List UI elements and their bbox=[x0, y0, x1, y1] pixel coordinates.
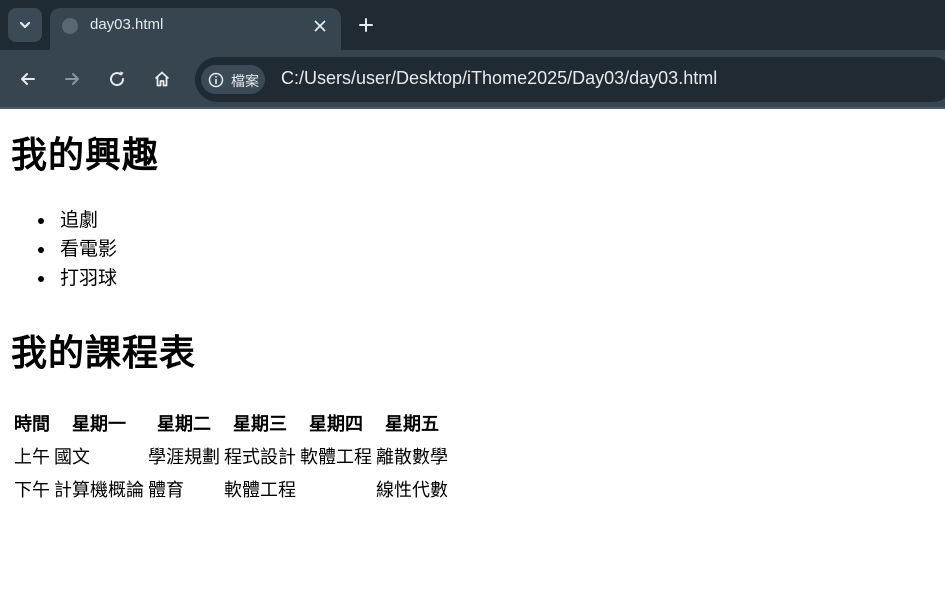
active-tab[interactable]: day03.html bbox=[50, 8, 341, 50]
column-header: 時間 bbox=[14, 413, 50, 435]
column-header: 星期四 bbox=[309, 413, 363, 435]
table-cell bbox=[299, 473, 373, 504]
arrow-right-icon bbox=[65, 73, 79, 85]
table-cell: 離散數學 bbox=[376, 446, 448, 468]
plus-icon bbox=[359, 18, 373, 32]
chevron-down-icon bbox=[19, 21, 31, 29]
forward-button[interactable] bbox=[57, 64, 87, 94]
column-header: 星期二 bbox=[157, 413, 211, 435]
tab-search-button[interactable] bbox=[8, 8, 42, 42]
column-header: 星期一 bbox=[72, 413, 126, 435]
home-icon bbox=[154, 71, 170, 87]
page-content: 我的興趣 追劇 看電影 打羽球 我的課程表 時間 星期一 星期二 星期三 星期四… bbox=[0, 109, 945, 607]
table-row: 下午 計算機概論 體育 軟體工程 線性代數 bbox=[13, 473, 449, 504]
table-cell: 學涯規劃 bbox=[148, 446, 220, 468]
table-cell: 軟體工程 bbox=[300, 446, 372, 468]
info-icon bbox=[208, 72, 224, 88]
list-item: 追劇 bbox=[37, 206, 117, 235]
schedule-heading: 我的課程表 bbox=[11, 333, 197, 374]
list-item: 看電影 bbox=[37, 235, 117, 264]
table-cell: 計算機概論 bbox=[54, 479, 144, 501]
table-cell: 國文 bbox=[54, 446, 90, 468]
arrow-left-icon bbox=[21, 73, 35, 85]
table-cell: 軟體工程 bbox=[224, 479, 296, 501]
site-info-chip[interactable]: 檔案 bbox=[201, 65, 265, 94]
table-cell: 下午 bbox=[14, 479, 50, 501]
table-cell: 上午 bbox=[14, 446, 50, 468]
new-tab-button[interactable] bbox=[352, 11, 380, 39]
table-cell: 程式設計 bbox=[224, 446, 296, 468]
reload-icon bbox=[110, 71, 125, 87]
list-item: 打羽球 bbox=[37, 264, 117, 293]
tab-title: day03.html bbox=[90, 16, 164, 33]
interests-list: 追劇 看電影 打羽球 bbox=[37, 206, 117, 293]
globe-icon bbox=[62, 18, 78, 34]
table-cell: 線性代數 bbox=[376, 479, 448, 501]
table-cell: 體育 bbox=[148, 479, 184, 501]
close-icon bbox=[314, 20, 326, 32]
tab-bar: day03.html bbox=[0, 0, 945, 50]
browser-toolbar: 檔案 C:/Users/user/Desktop/iThome2025/Day0… bbox=[0, 50, 945, 107]
home-button[interactable] bbox=[147, 64, 177, 94]
schedule-table: 時間 星期一 星期二 星期三 星期四 星期五 上午 國文 學涯規劃 程式設計 軟… bbox=[11, 405, 451, 506]
reload-button[interactable] bbox=[102, 64, 132, 94]
interests-heading: 我的興趣 bbox=[11, 135, 160, 176]
column-header: 星期五 bbox=[385, 413, 439, 435]
address-bar[interactable]: 檔案 C:/Users/user/Desktop/iThome2025/Day0… bbox=[195, 57, 945, 102]
table-header-row: 時間 星期一 星期二 星期三 星期四 星期五 bbox=[13, 407, 449, 438]
column-header: 星期三 bbox=[233, 413, 287, 435]
site-info-label: 檔案 bbox=[231, 74, 259, 90]
back-button[interactable] bbox=[13, 64, 43, 94]
tab-close-button[interactable] bbox=[309, 15, 331, 37]
table-row: 上午 國文 學涯規劃 程式設計 軟體工程 離散數學 bbox=[13, 440, 449, 471]
url-text[interactable]: C:/Users/user/Desktop/iThome2025/Day03/d… bbox=[281, 68, 717, 89]
